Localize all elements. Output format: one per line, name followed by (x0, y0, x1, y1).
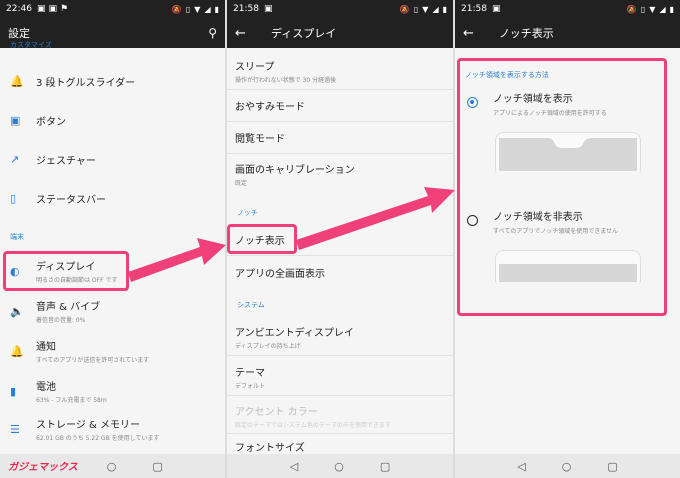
annotation-arrows (128, 187, 455, 282)
arrow-to-notch-options (296, 187, 455, 250)
arrow-to-notch-display (128, 238, 226, 282)
